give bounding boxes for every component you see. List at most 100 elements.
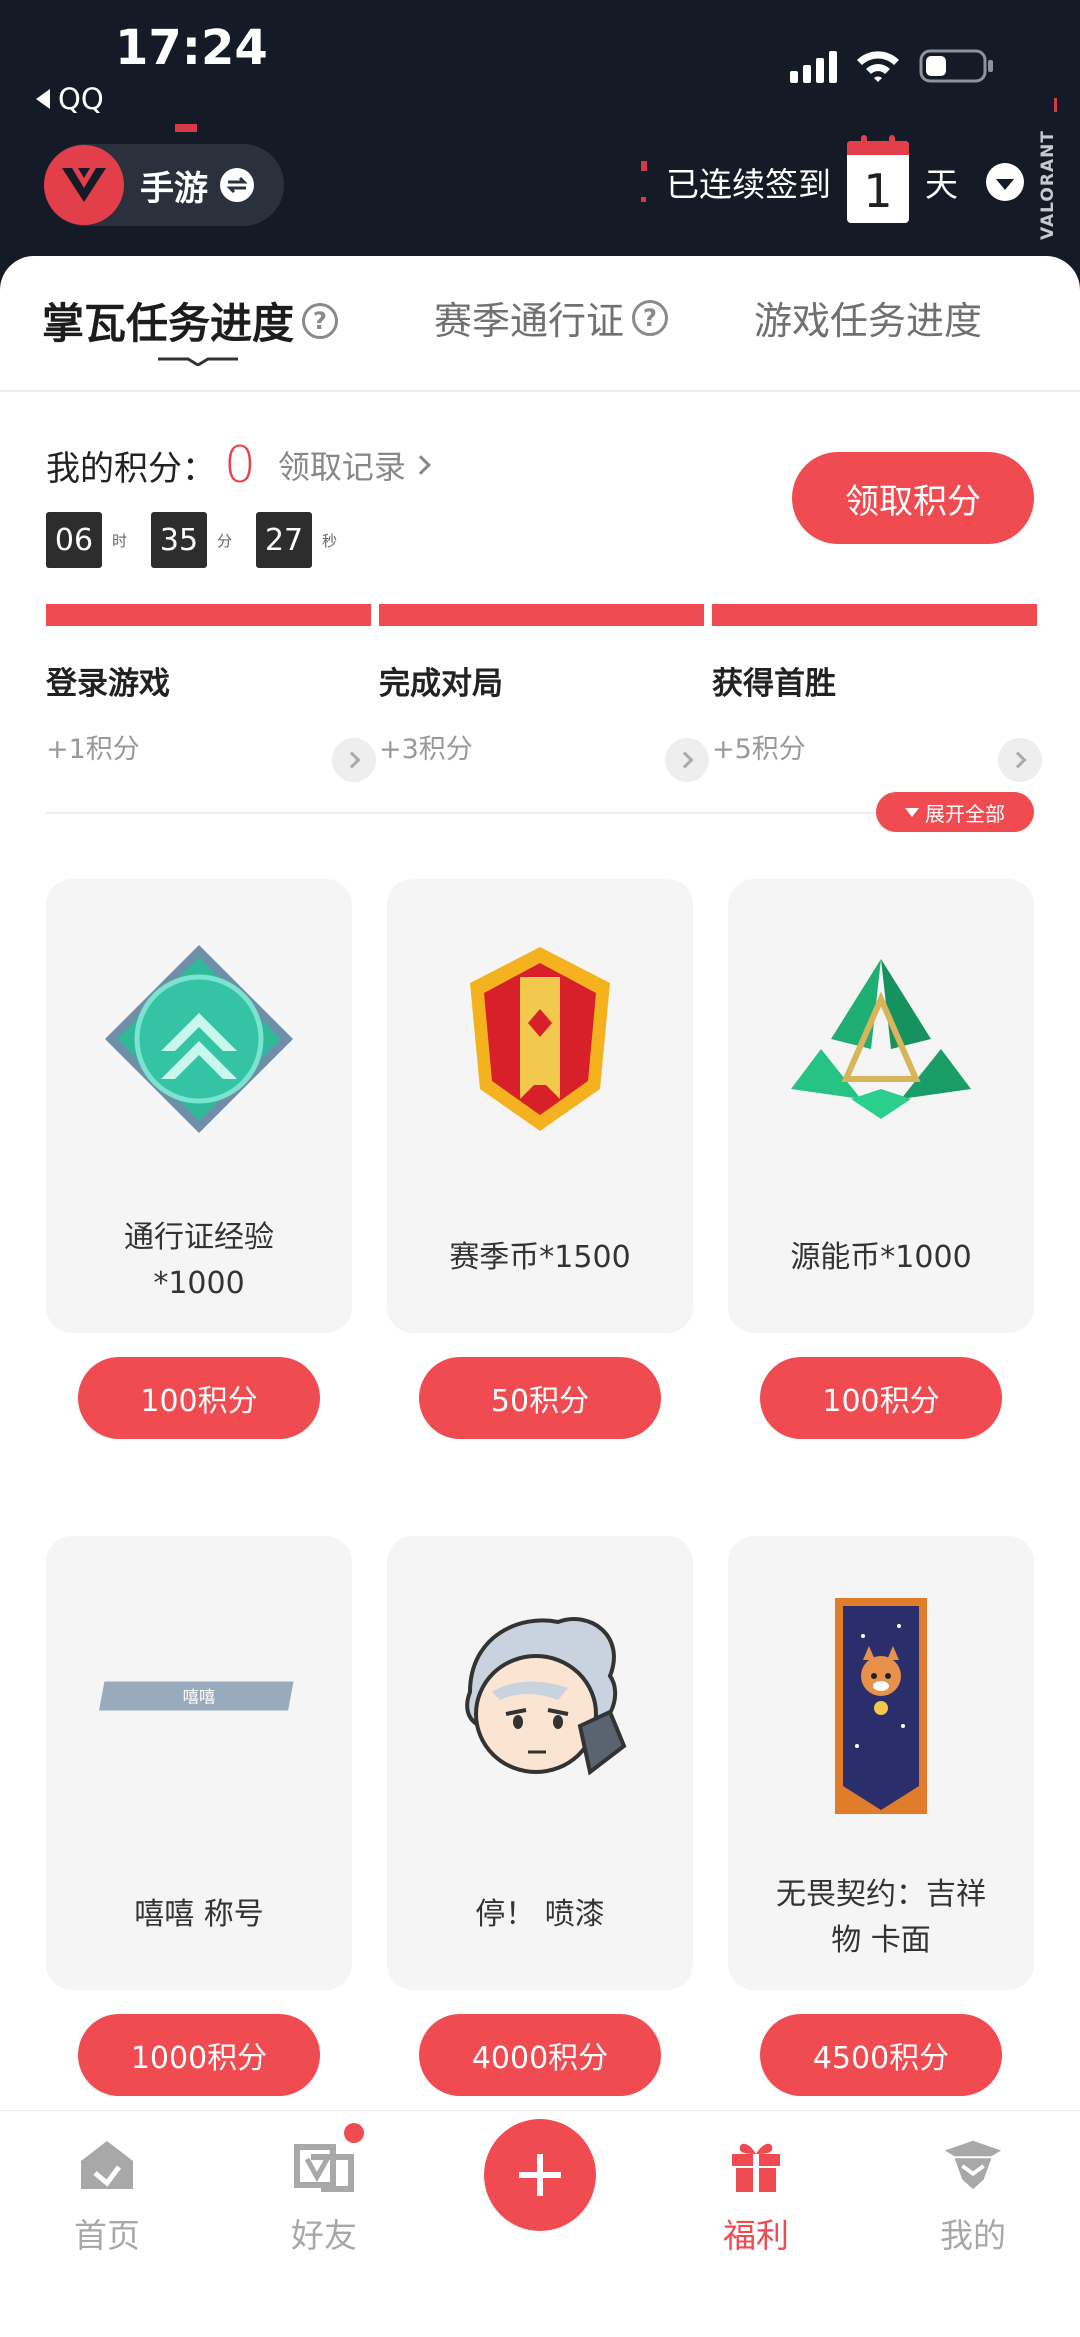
reward-item[interactable]: 赛季币*1500 50积分 — [387, 879, 693, 1439]
chevron-down-icon[interactable] — [986, 163, 1024, 201]
pass-xp-icon — [99, 939, 299, 1139]
timer-unit: 秒 — [322, 531, 338, 550]
task-first-win[interactable]: 获得首胜 +5积分 — [712, 658, 1042, 782]
wifi-icon — [857, 51, 899, 82]
brand-vertical-text: VALORANT — [1038, 130, 1058, 240]
reward-name: 嘻嘻 称号 — [134, 1897, 264, 1932]
timer-hours: 06 — [46, 512, 102, 568]
task-progress-bar — [379, 604, 704, 626]
chevron-right-icon — [410, 455, 431, 475]
cellular-signal-icon — [790, 49, 837, 83]
timer-seconds: 27 — [256, 512, 313, 568]
radianite-icon — [781, 939, 981, 1139]
redeem-button[interactable]: 4500积分 — [760, 2014, 1002, 2096]
notification-dot — [344, 2123, 364, 2143]
task-title: 获得首胜 — [712, 666, 836, 702]
task-finish-match[interactable]: 完成对局 +3积分 — [379, 658, 709, 782]
battery-icon — [919, 49, 993, 83]
help-icon[interactable]: ? — [302, 302, 339, 339]
nav-label: 福利 — [723, 2216, 789, 2255]
timer-minutes: 35 — [151, 512, 208, 568]
nav-label: 好友 — [291, 2216, 357, 2255]
chevron-right-icon[interactable] — [332, 738, 376, 782]
create-post-button[interactable] — [484, 2119, 596, 2231]
bottom-nav: 首页 好友 福利 我的 — [0, 2110, 1080, 2337]
reward-name: 源能币*1000 — [790, 1240, 972, 1275]
tab-label: 游戏任务进度 — [754, 299, 983, 343]
claim-records-link[interactable]: 领取记录 — [277, 442, 431, 488]
reward-name: 赛季币*1500 — [449, 1240, 631, 1275]
reward-item[interactable]: 嘻嘻 嘻嘻 称号 1000积分 — [46, 1536, 352, 2096]
tab-bar: 掌瓦任务进度 ? 赛季通行证 ? 游戏任务进度 — [0, 256, 1080, 392]
reward-item[interactable]: 源能币*1000 100积分 — [728, 879, 1034, 1439]
help-icon[interactable]: ? — [632, 299, 669, 336]
task-login[interactable]: 登录游戏 +1积分 — [46, 658, 376, 782]
reward-card[interactable]: 嘻嘻 嘻嘻 称号 — [46, 1536, 352, 1990]
points-label: 我的积分： — [46, 448, 216, 489]
nav-home[interactable]: 首页 — [47, 2133, 167, 2257]
checkin-unit: 天 — [925, 165, 958, 204]
chevron-right-icon[interactable] — [665, 738, 709, 782]
records-label: 领取记录 — [277, 448, 406, 486]
swap-icon — [220, 168, 254, 202]
points-row: 我的积分： 0 领取记录 — [46, 436, 431, 494]
home-icon — [75, 2133, 139, 2197]
task-progress-bars — [46, 604, 1037, 626]
valorant-logo-icon — [44, 145, 124, 225]
reward-item[interactable]: 通行证经验 *1000 100积分 — [46, 879, 352, 1439]
caret-down-icon — [905, 807, 919, 817]
plus-icon — [519, 2154, 561, 2196]
friends-icon — [292, 2123, 364, 2197]
chevron-right-icon[interactable] — [998, 738, 1042, 782]
game-label: 手游 — [140, 168, 208, 209]
checkin-days: 1 — [863, 164, 893, 218]
nav-friends[interactable]: 好友 — [264, 2123, 384, 2257]
tab-label: 赛季通行证 — [434, 299, 625, 343]
countdown-timer: 06 时 35 分 27 秒 — [46, 512, 351, 568]
reward-card[interactable]: 赛季币*1500 — [387, 879, 693, 1333]
reward-card[interactable]: 无畏契约：吉祥 物 卡面 — [728, 1536, 1034, 1990]
content-card: 掌瓦任务进度 ? 赛季通行证 ? 游戏任务进度 我的积分： 0 领取记录 06 … — [0, 256, 1080, 2337]
tab-season-pass[interactable]: 赛季通行证 ? — [434, 290, 669, 345]
nav-label: 我的 — [940, 2216, 1006, 2255]
expand-all-button[interactable]: 展开全部 — [876, 792, 1034, 832]
title-card-icon: 嘻嘻 — [99, 1596, 299, 1796]
task-progress-bar — [46, 604, 371, 626]
reward-item[interactable]: 停！ 喷漆 4000积分 — [387, 1536, 693, 2096]
player-card-icon — [781, 1596, 981, 1816]
header-decoration — [641, 161, 647, 171]
redeem-button[interactable]: 100积分 — [78, 1357, 320, 1439]
redeem-button[interactable]: 1000积分 — [78, 2014, 320, 2096]
reward-card[interactable]: 源能币*1000 — [728, 879, 1034, 1333]
redeem-button[interactable]: 4000积分 — [419, 2014, 661, 2096]
back-to-qq-button[interactable]: QQ — [36, 82, 104, 116]
nav-profile[interactable]: 我的 — [913, 2133, 1033, 2257]
task-reward: +5积分 — [712, 734, 806, 765]
checkin-prefix: 已连续签到 — [666, 165, 831, 204]
status-time: 17:24 — [115, 20, 268, 76]
reward-item[interactable]: 无畏契约：吉祥 物 卡面 4500积分 — [728, 1536, 1034, 2096]
active-tab-indicator — [158, 357, 238, 366]
redeem-button[interactable]: 100积分 — [760, 1357, 1002, 1439]
tab-zhangwa-tasks[interactable]: 掌瓦任务进度 ? — [42, 290, 339, 351]
reward-card[interactable]: 停！ 喷漆 — [387, 1536, 693, 1990]
redeem-button[interactable]: 50积分 — [419, 1357, 661, 1439]
reward-card[interactable]: 通行证经验 *1000 — [46, 879, 352, 1333]
reward-name: 停！ 喷漆 — [475, 1897, 605, 1932]
task-reward: +1积分 — [46, 734, 140, 765]
header-decoration — [175, 124, 197, 132]
task-progress-bar — [712, 604, 1037, 626]
task-title: 完成对局 — [379, 666, 503, 702]
task-reward: +3积分 — [379, 734, 473, 765]
tab-game-tasks[interactable]: 游戏任务进度 — [754, 290, 982, 345]
back-label: QQ — [58, 82, 104, 116]
claim-points-button[interactable]: 领取积分 — [792, 452, 1034, 544]
season-coin-icon — [440, 939, 640, 1139]
nav-benefits[interactable]: 福利 — [696, 2133, 816, 2257]
profile-icon — [941, 2133, 1005, 2197]
calendar-icon: 1 — [847, 135, 909, 223]
game-switcher[interactable]: 手游 — [44, 144, 284, 226]
task-title: 登录游戏 — [46, 666, 170, 702]
timer-unit: 分 — [217, 531, 233, 550]
gift-icon — [724, 2133, 788, 2197]
